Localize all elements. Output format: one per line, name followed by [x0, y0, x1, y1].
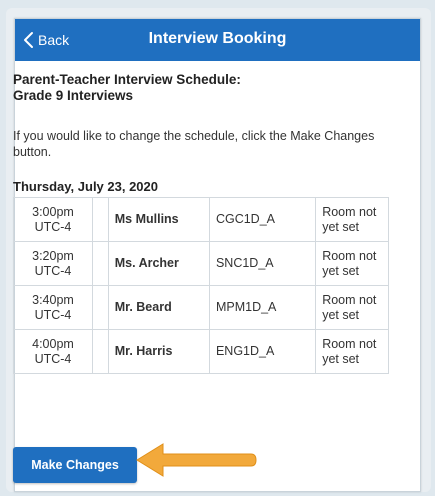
teacher-link[interactable]: Mr. Harris — [107, 329, 210, 374]
room-line1: Room not — [322, 336, 377, 351]
cell-spacer — [91, 285, 109, 330]
room-cell: Room not yet set — [315, 197, 389, 242]
room-line1: Room not — [322, 292, 377, 307]
room-line2: yet set — [322, 307, 360, 322]
table-row: 4:00pm UTC-4 Mr. Harris ENG1D_A Room not… — [13, 329, 389, 374]
schedule-table: 3:00pm UTC-4 Ms Mullins CGC1D_A Room not… — [13, 197, 389, 374]
instructions-text: If you would like to change the schedule… — [13, 129, 375, 159]
course-code: SNC1D_A — [208, 241, 317, 286]
room-cell: Room not yet set — [315, 241, 389, 286]
course-code: ENG1D_A — [208, 329, 317, 374]
time-cell: 4:00pm UTC-4 — [13, 329, 93, 374]
time-cell: 3:40pm UTC-4 — [13, 285, 93, 330]
cell-spacer — [91, 241, 109, 286]
timezone-value: UTC-4 — [34, 307, 72, 322]
time-value: 3:00pm — [32, 204, 74, 219]
course-code: MPM1D_A — [208, 285, 317, 330]
teacher-link[interactable]: Mr. Beard — [107, 285, 210, 330]
cell-spacer — [91, 197, 109, 242]
room-line2: yet set — [322, 263, 360, 278]
room-line2: yet set — [322, 351, 360, 366]
timezone-value: UTC-4 — [34, 351, 72, 366]
room-cell: Room not yet set — [315, 329, 389, 374]
course-code: CGC1D_A — [208, 197, 317, 242]
time-cell: 3:00pm UTC-4 — [13, 197, 93, 242]
app-screen: Back Interview Booking Parent-Teacher In… — [13, 18, 421, 492]
table-row: 3:20pm UTC-4 Ms. Archer SNC1D_A Room not… — [13, 241, 389, 286]
schedule-title: Parent-Teacher Interview Schedule: Grade… — [13, 72, 393, 104]
navigation-bar: Back Interview Booking — [15, 19, 420, 61]
time-cell: 3:20pm UTC-4 — [13, 241, 93, 286]
room-line1: Room not — [322, 204, 377, 219]
teacher-link[interactable]: Ms Mullins — [107, 197, 210, 242]
time-value: 3:40pm — [32, 292, 74, 307]
timezone-value: UTC-4 — [34, 219, 72, 234]
table-row: 3:40pm UTC-4 Mr. Beard MPM1D_A Room not … — [13, 285, 389, 330]
schedule-title-line2: Grade 9 Interviews — [13, 88, 134, 103]
page-title: Interview Booking — [148, 30, 287, 47]
time-value: 3:20pm — [32, 248, 74, 263]
time-value: 4:00pm — [32, 336, 74, 351]
date-heading: Thursday, July 23, 2020 — [13, 179, 158, 194]
room-cell: Room not yet set — [315, 285, 389, 330]
arrow-left-icon — [136, 443, 257, 477]
cell-spacer — [91, 329, 109, 374]
room-line1: Room not — [322, 248, 377, 263]
table-row: 3:00pm UTC-4 Ms Mullins CGC1D_A Room not… — [13, 197, 389, 242]
teacher-link[interactable]: Ms. Archer — [107, 241, 210, 286]
room-line2: yet set — [322, 219, 360, 234]
schedule-title-line1: Parent-Teacher Interview Schedule: — [13, 72, 241, 87]
make-changes-button[interactable]: Make Changes — [13, 447, 137, 483]
timezone-value: UTC-4 — [34, 263, 72, 278]
